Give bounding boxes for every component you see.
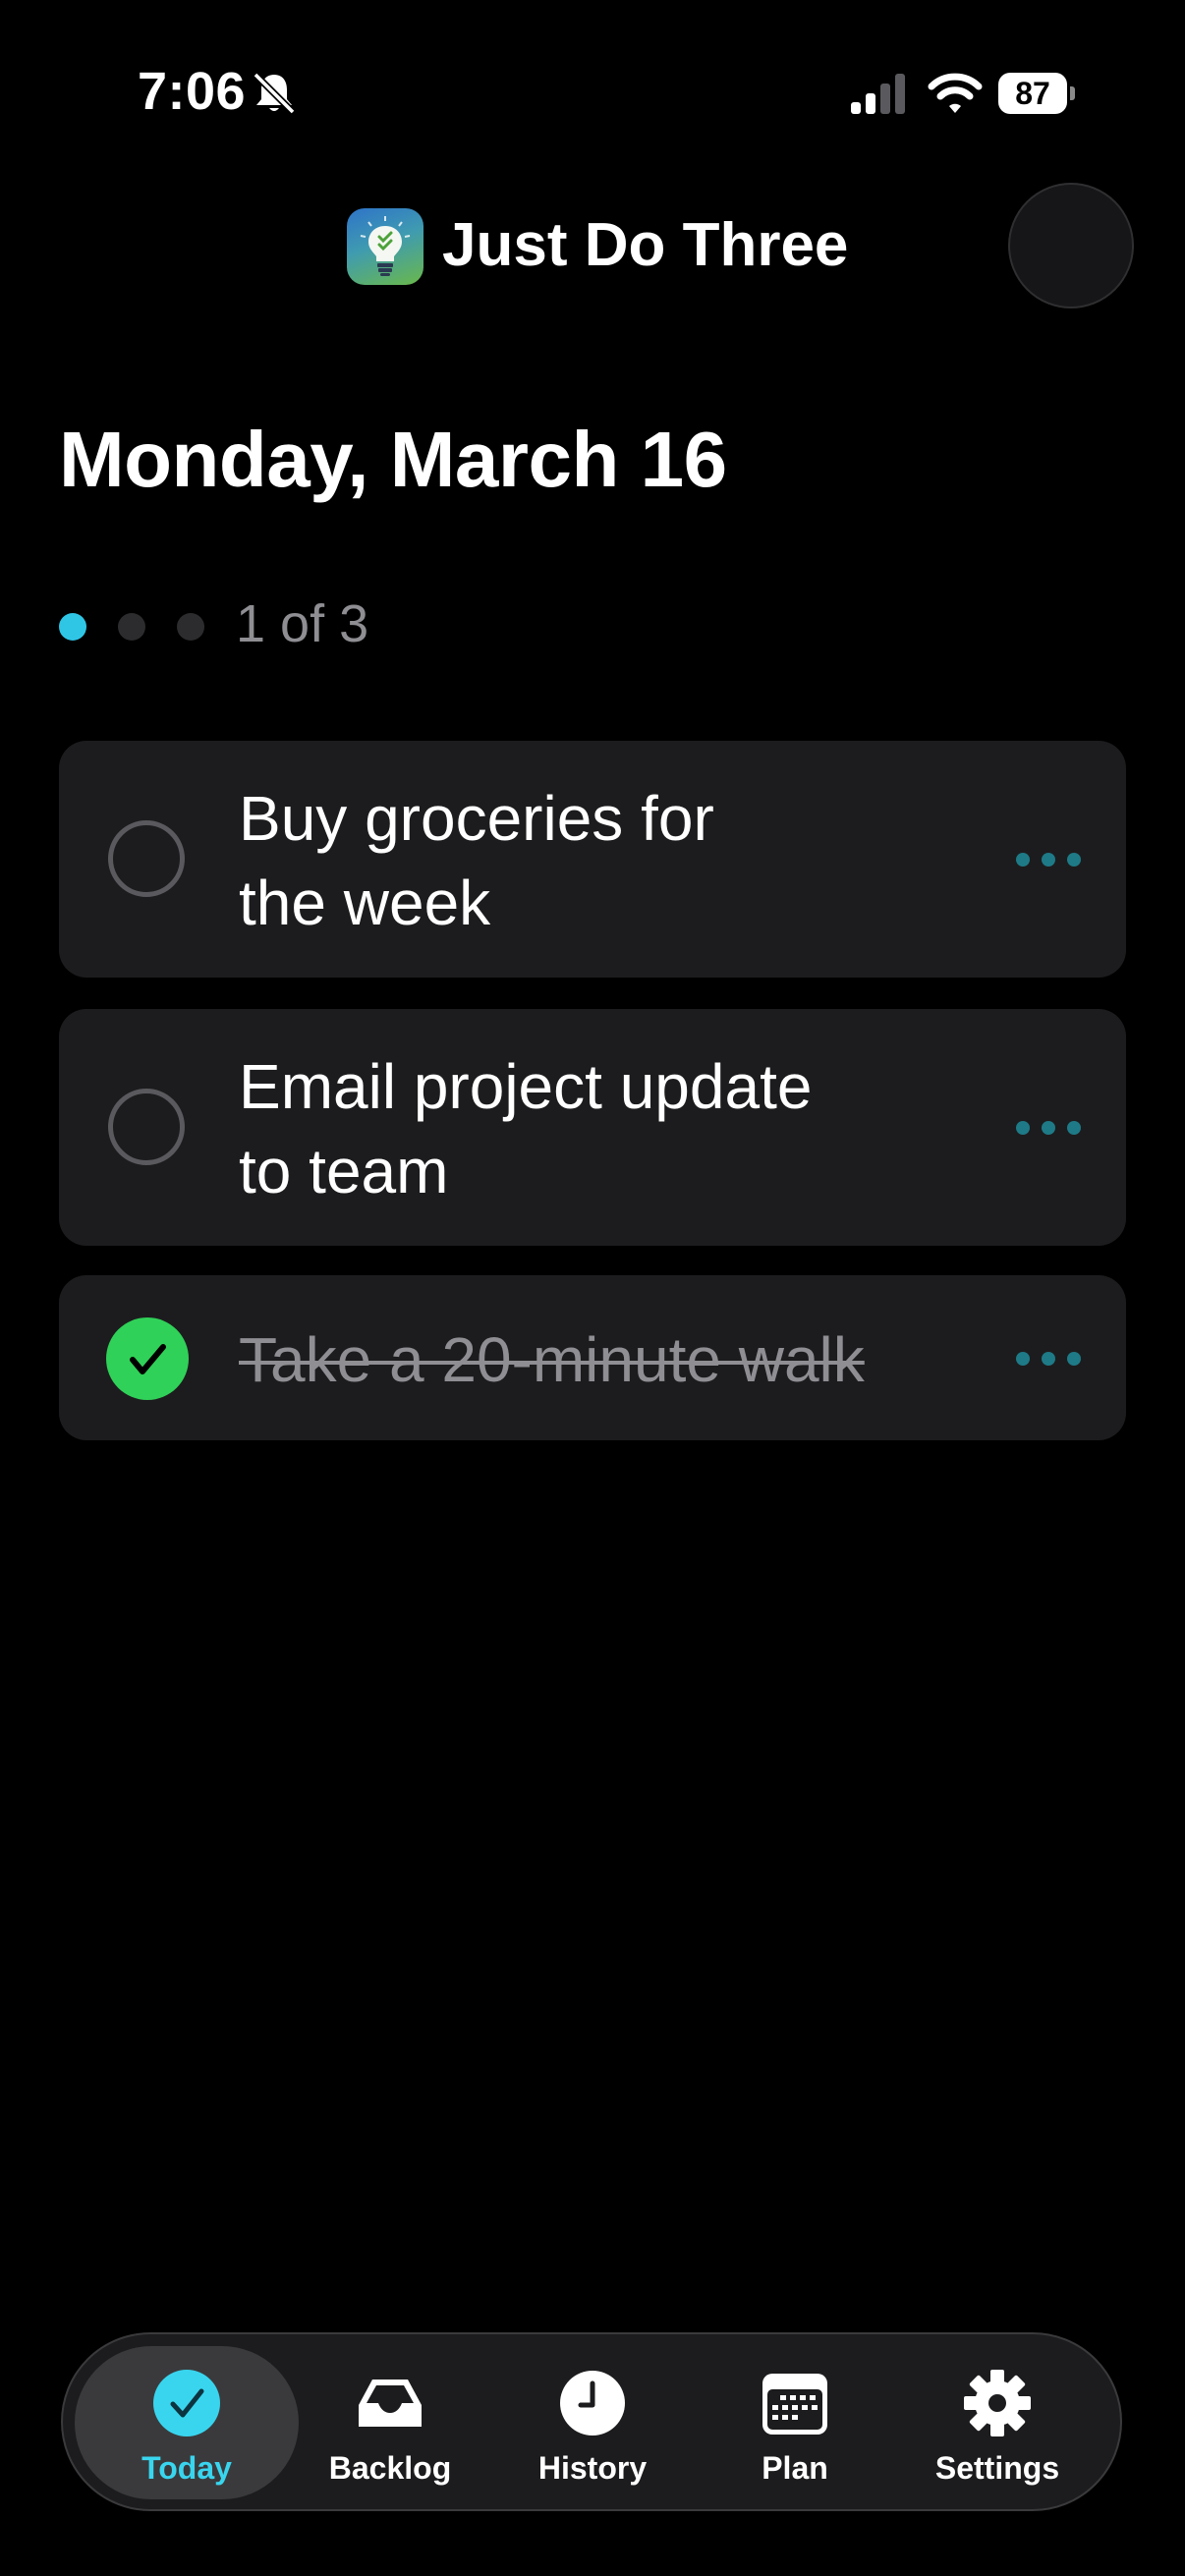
- progress-dot-2: [118, 613, 145, 641]
- tab-plan[interactable]: Plan: [697, 2346, 893, 2499]
- task-2-more-icon[interactable]: [1016, 1118, 1081, 1138]
- date-title: Monday, March 16: [59, 416, 727, 503]
- tab-plan-label: Plan: [762, 2450, 828, 2486]
- progress-dot-1: [59, 613, 86, 641]
- tab-settings[interactable]: Settings: [899, 2346, 1096, 2499]
- tab-settings-label: Settings: [934, 2450, 1060, 2486]
- progress-dot-3: [177, 613, 204, 641]
- tab-today[interactable]: Today: [88, 2346, 285, 2499]
- task-1-checkbox[interactable]: [108, 820, 185, 897]
- task-3-more-icon[interactable]: [1016, 1349, 1081, 1369]
- tab-history[interactable]: History: [494, 2346, 691, 2499]
- tab-today-label: Today: [141, 2450, 232, 2486]
- tab-backlog-label: Backlog: [328, 2450, 452, 2486]
- profile-avatar-button[interactable]: [1008, 183, 1134, 308]
- battery-indicator: 87: [998, 73, 1077, 116]
- bell-slash-icon: [253, 72, 296, 115]
- signal-icon: [851, 74, 905, 114]
- gear-icon: [964, 2370, 1031, 2436]
- task-3-checkbox-checked[interactable]: [106, 1317, 189, 1400]
- tab-history-label: History: [537, 2450, 648, 2486]
- status-time: 7:06: [138, 62, 247, 121]
- clock-icon: [560, 2371, 625, 2436]
- checkmark-circle-icon: [153, 2370, 220, 2436]
- wifi-icon: [928, 73, 983, 113]
- app-title: Just Do Three: [442, 211, 849, 279]
- tab-backlog[interactable]: Backlog: [292, 2346, 488, 2499]
- task-1-title: Buy groceries for the week: [239, 783, 714, 938]
- app-logo: [347, 208, 423, 285]
- task-1-more-icon[interactable]: [1016, 850, 1081, 869]
- battery-level: 87: [1015, 76, 1050, 111]
- progress-label: 1 of 3: [236, 594, 369, 653]
- task-2-checkbox[interactable]: [108, 1089, 185, 1165]
- task-3-title: Take a 20-minute walk: [239, 1324, 865, 1395]
- task-2-title: Email project update to team: [239, 1051, 813, 1206]
- checkmark-icon: [130, 1344, 166, 1374]
- tray-icon: [359, 2380, 422, 2427]
- calendar-icon: [762, 2374, 827, 2435]
